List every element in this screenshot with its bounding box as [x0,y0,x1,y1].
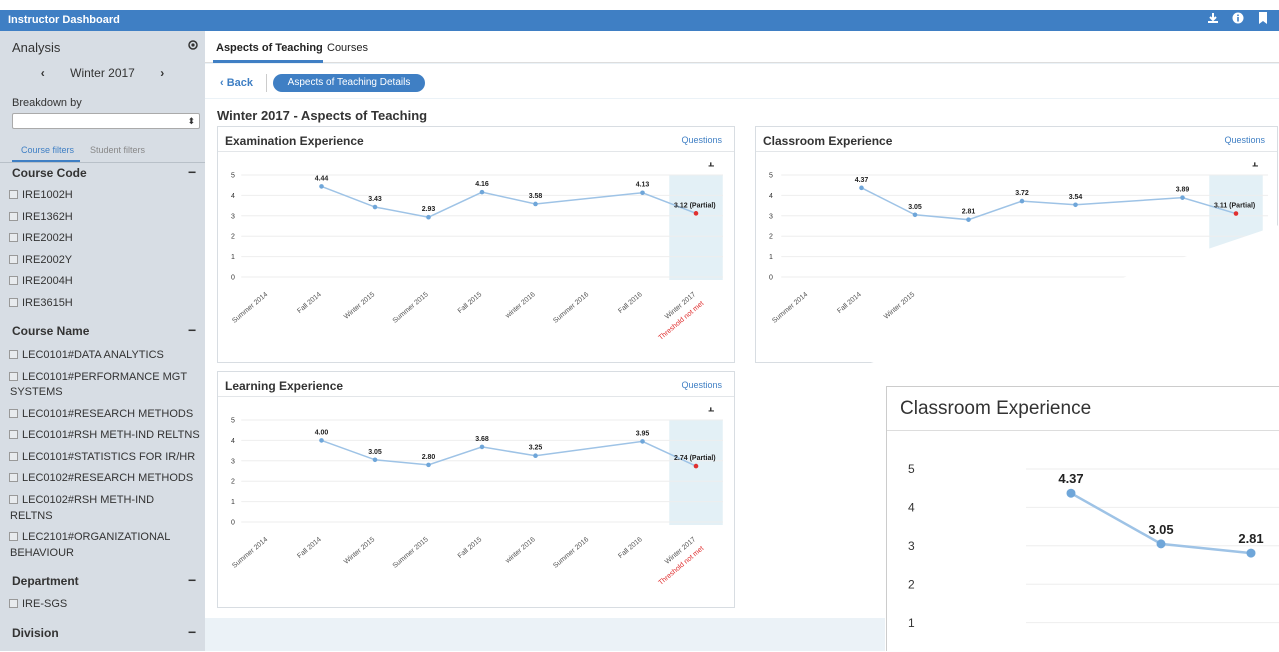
y-tick-label: 2 [908,577,915,591]
zoom-title: Classroom Experience [900,398,1092,419]
bottom-strip [205,618,885,651]
y-tick-label: 4 [908,501,915,515]
data-label: 2.81 [1238,531,1263,546]
data-label: 4.37 [1058,471,1083,486]
y-tick-label: 1 [908,616,915,630]
zoomed-classroom-experience-card: Classroom Experience 1 2 3 4 5 4.37 3.05 2.81 [886,386,1279,651]
data-point [1066,488,1076,498]
data-point [1156,539,1166,549]
zoomed-classroom-experience-chart: 1 2 3 4 5 4.37 3.05 2.81 [908,462,1279,630]
data-label: 3.05 [1148,522,1173,537]
data-point [1246,548,1256,558]
y-tick-label: 3 [908,539,915,553]
y-tick-label: 5 [908,462,915,476]
